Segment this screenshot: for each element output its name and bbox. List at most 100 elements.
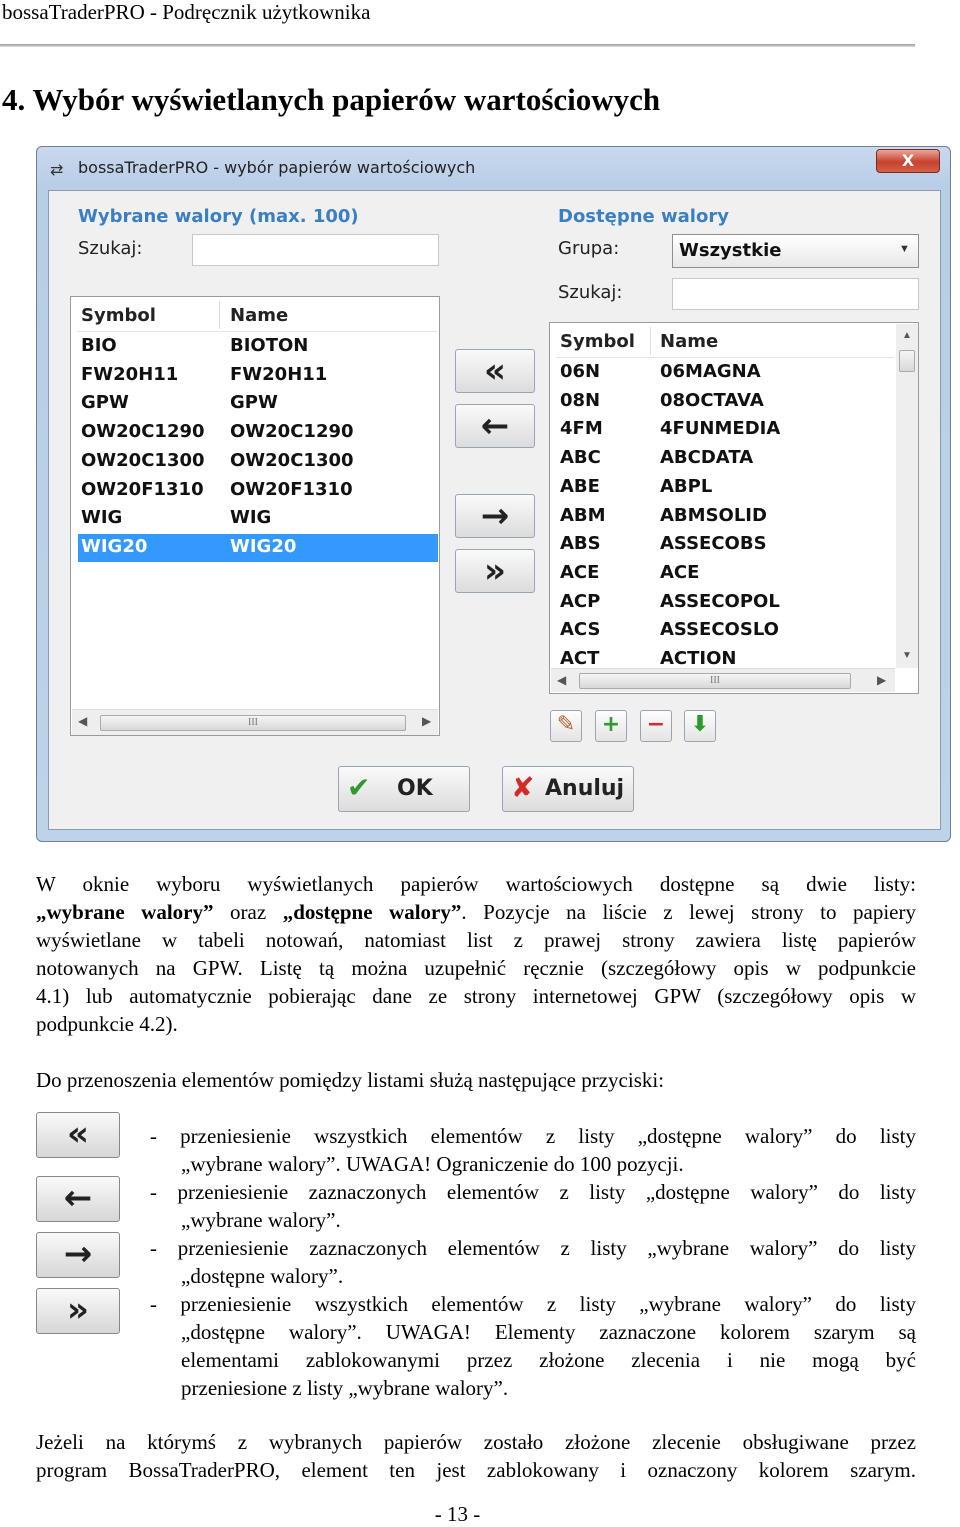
cancel-button[interactable]: ✘ Anuluj: [502, 766, 634, 812]
item-line: elementami zablokowanymi przez złożone z…: [181, 1348, 916, 1372]
list-item-symbol[interactable]: ABS: [560, 533, 601, 554]
paragraph-3: Jeżeli na którymś z wybranych papierów z…: [36, 1428, 916, 1484]
section-heading: 4. Wybór wyświetlanych papierów wartości…: [2, 82, 661, 117]
edit-button[interactable]: ✎: [550, 710, 582, 742]
item-2: - przeniesienie zaznaczonych elementów z…: [150, 1178, 916, 1234]
item-line: - przeniesienie zaznaczonych elementów z…: [150, 1180, 916, 1204]
move-selected-to-selected-button[interactable]: ←: [455, 404, 535, 448]
group-label: Grupa:: [558, 238, 620, 259]
list-item-name[interactable]: WIG: [230, 507, 271, 528]
list-item-symbol[interactable]: BIO: [81, 335, 117, 356]
list-item-name[interactable]: ACTION: [660, 648, 736, 669]
list-item-name[interactable]: ABPL: [660, 476, 712, 497]
column-name[interactable]: Name: [230, 305, 288, 326]
text-span: . Pozycje na liście z lewej strony to pa…: [461, 900, 916, 924]
list-item-name[interactable]: ASSECOPOL: [660, 591, 780, 612]
list-item-name[interactable]: ABMSOLID: [660, 505, 767, 526]
list-item-symbol[interactable]: WIG: [81, 507, 122, 528]
minus-icon: −: [646, 712, 666, 737]
scroll-thumb[interactable]: III: [579, 673, 851, 689]
list-item-name[interactable]: 06MAGNA: [660, 361, 761, 382]
scroll-left-arrow-icon[interactable]: ◀: [557, 673, 566, 688]
text-line: „wybrane walory” oraz „dostępne walory”.…: [36, 898, 916, 926]
scroll-thumb[interactable]: III: [100, 715, 406, 731]
list-item-symbol[interactable]: 08N: [560, 390, 600, 411]
available-list[interactable]: Symbol Name 06N 06MAGNA 08N 08OCTAVA 4FM 4FUN…: [549, 322, 919, 694]
download-button[interactable]: ⬇: [684, 710, 716, 742]
text-line: wyświetlane w tabeli notowań, natomiast …: [36, 928, 916, 952]
column-symbol[interactable]: Symbol: [560, 331, 635, 352]
pencil-icon: ✎: [556, 712, 576, 737]
left-horizontal-scrollbar[interactable]: ◀ III ▶: [72, 709, 438, 735]
dialog-title: bossaTraderPRO - wybór papierów wartości…: [78, 158, 476, 177]
move-all-to-selected-button[interactable]: «: [455, 349, 535, 393]
item-1: - przeniesienie wszystkich elementów z l…: [150, 1122, 916, 1178]
available-section-title: Dostępne walory: [558, 206, 729, 227]
left-search-input[interactable]: [192, 234, 439, 266]
double-right-arrow-icon: »: [484, 551, 506, 591]
scroll-down-arrow-icon[interactable]: ▼: [902, 650, 912, 661]
list-item-name[interactable]: FW20H11: [230, 364, 327, 385]
right-search-label: Szukaj:: [558, 282, 623, 303]
left-arrow-icon: ←: [480, 406, 510, 446]
item-line: „dostępne walory”.: [181, 1264, 344, 1288]
text-line: podpunkcie 4.2).: [36, 1012, 178, 1036]
list-item-name[interactable]: ABCDATA: [660, 447, 753, 468]
list-item-name[interactable]: OW20C1300: [230, 450, 354, 471]
text-line: W oknie wyboru wyświetlanych papierów wa…: [36, 872, 916, 896]
list-item-symbol[interactable]: OW20C1290: [81, 421, 205, 442]
list-item-name[interactable]: OW20F1310: [230, 479, 353, 500]
add-button[interactable]: +: [595, 710, 627, 742]
scroll-up-arrow-icon[interactable]: ▲: [902, 330, 912, 341]
list-item-name[interactable]: 08OCTAVA: [660, 390, 764, 411]
list-item-name[interactable]: 4FUNMEDIA: [660, 418, 780, 439]
double-left-arrow-icon: «: [36, 1112, 120, 1158]
list-item-symbol[interactable]: OW20F1310: [81, 479, 204, 500]
close-button[interactable]: X: [876, 149, 940, 173]
list-item-name[interactable]: ACE: [660, 562, 699, 583]
text-line: 4.1) lub automatycznie pobierając dane z…: [36, 984, 916, 1008]
list-item-symbol[interactable]: 4FM: [560, 418, 603, 439]
right-horizontal-scrollbar[interactable]: ◀ III ▶: [551, 668, 895, 692]
text-line: notowanych na GPW. Listę tą można uzupeł…: [36, 956, 916, 980]
scroll-thumb[interactable]: [899, 350, 915, 372]
list-item-symbol[interactable]: ACE: [560, 562, 599, 583]
group-select[interactable]: Wszystkie ▼: [672, 234, 919, 268]
right-search-input[interactable]: [672, 278, 919, 310]
plus-icon: +: [601, 712, 621, 737]
list-item-symbol[interactable]: ABC: [560, 447, 601, 468]
item-line: „dostępne walory”. UWAGA! Elementy zazna…: [181, 1320, 916, 1344]
list-item-name[interactable]: OW20C1290: [230, 421, 354, 442]
list-item-name[interactable]: GPW: [230, 392, 278, 413]
selected-list[interactable]: Symbol Name BIO BIOTON FW20H11 FW20H11 GPW GP…: [70, 296, 440, 736]
scroll-left-arrow-icon[interactable]: ◀: [78, 714, 87, 729]
move-all-to-available-button[interactable]: »: [455, 549, 535, 593]
list-item-symbol[interactable]: ABE: [560, 476, 600, 497]
item-line: przeniesione z listy „wybrane walory”.: [181, 1376, 509, 1400]
item-line: - przeniesienie wszystkich elementów z l…: [150, 1292, 916, 1316]
cancel-label: Anuluj: [545, 776, 625, 801]
list-item-symbol[interactable]: FW20H11: [81, 364, 178, 385]
list-item-symbol[interactable]: 06N: [560, 361, 600, 382]
remove-button[interactable]: −: [640, 710, 672, 742]
move-selected-to-available-button[interactable]: →: [455, 494, 535, 538]
column-symbol[interactable]: Symbol: [81, 305, 156, 326]
column-name[interactable]: Name: [660, 331, 718, 352]
scroll-right-arrow-icon[interactable]: ▶: [877, 673, 886, 688]
list-item-symbol[interactable]: ACS: [560, 619, 600, 640]
list-item-name[interactable]: WIG20: [230, 536, 296, 557]
list-item-symbol[interactable]: ACT: [560, 648, 599, 669]
list-item-name[interactable]: BIOTON: [230, 335, 308, 356]
list-item-name[interactable]: ASSECOSLO: [660, 619, 779, 640]
right-vertical-scrollbar[interactable]: ▲ ▼: [896, 324, 918, 668]
double-right-arrow-icon: »: [36, 1288, 120, 1334]
scroll-right-arrow-icon[interactable]: ▶: [422, 714, 431, 729]
ok-button[interactable]: ✔ OK: [338, 766, 470, 812]
list-item-symbol[interactable]: OW20C1300: [81, 450, 205, 471]
list-item-symbol[interactable]: ACP: [560, 591, 600, 612]
list-item-symbol[interactable]: WIG20: [81, 536, 147, 557]
text-line: program BossaTraderPRO, element ten jest…: [36, 1458, 916, 1482]
list-item-symbol[interactable]: ABM: [560, 505, 606, 526]
list-item-symbol[interactable]: GPW: [81, 392, 129, 413]
list-item-name[interactable]: ASSECOBS: [660, 533, 767, 554]
